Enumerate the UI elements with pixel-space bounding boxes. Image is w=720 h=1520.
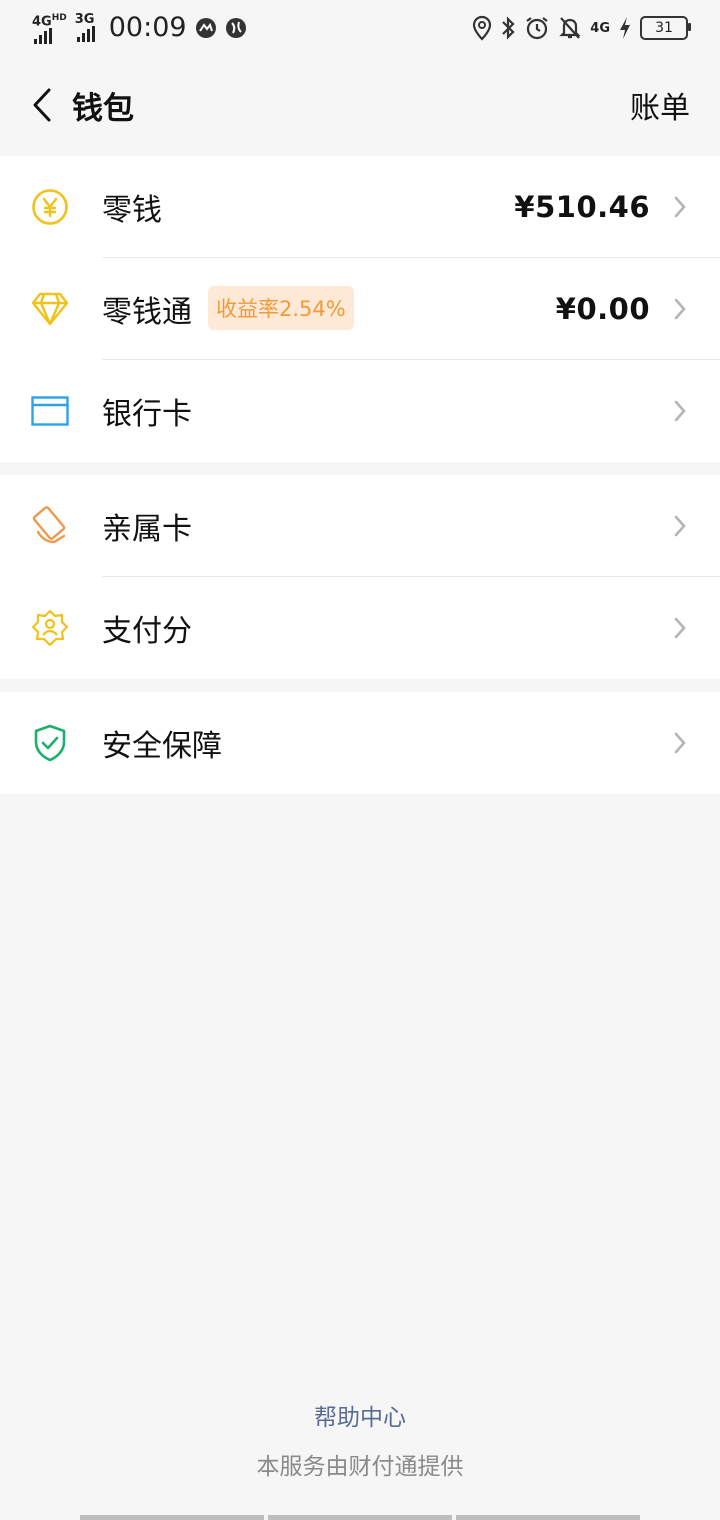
balance-row[interactable]: 零钱 ¥510.46 xyxy=(0,156,720,258)
location-icon xyxy=(473,15,492,41)
charging-icon xyxy=(620,17,630,39)
alarm-icon xyxy=(526,17,548,40)
page-title: 钱包 xyxy=(72,90,134,127)
yield-rate-badge: 收益率2.54% xyxy=(208,286,354,330)
credit-score-icon xyxy=(30,608,70,648)
status-time: 00:09 xyxy=(108,12,187,44)
diamond-icon xyxy=(30,289,70,329)
status-bar: 4GHD 3G 00:09 4G 31 xyxy=(0,0,720,56)
bank-card-label: 银行卡 xyxy=(102,397,192,432)
app-notification-icon xyxy=(195,17,216,38)
chevron-left-icon xyxy=(33,88,51,122)
provider-text: 本服务由财付通提供 xyxy=(256,1454,464,1480)
chevron-right-icon xyxy=(672,730,688,756)
chevron-right-icon xyxy=(672,398,688,424)
battery-icon: 31 xyxy=(640,16,691,40)
lingqiantong-value: ¥0.00 xyxy=(555,292,650,326)
credit-score-label: 支付分 xyxy=(102,614,192,649)
network-4g-hd: 4GHD xyxy=(32,12,67,45)
wallet-group-3: 安全保障 xyxy=(0,692,720,794)
network-label: 4G xyxy=(590,20,610,36)
security-row[interactable]: 安全保障 xyxy=(0,692,720,794)
family-card-row[interactable]: 亲属卡 xyxy=(0,475,720,577)
help-center-link[interactable]: 帮助中心 xyxy=(0,1398,720,1432)
signal-bars-icon xyxy=(34,28,67,45)
header: 钱包 账单 xyxy=(0,56,720,154)
chevron-right-icon xyxy=(672,296,688,322)
globe-icon xyxy=(225,17,246,38)
balance-value: ¥510.46 xyxy=(514,190,650,224)
signal-bars-icon xyxy=(76,26,95,43)
navigation-bar[interactable] xyxy=(80,1515,640,1520)
family-card-icon xyxy=(30,506,70,546)
bill-button[interactable]: 账单 xyxy=(630,83,690,127)
chevron-right-icon xyxy=(672,615,688,641)
bank-card-icon xyxy=(30,391,70,431)
wallet-group-2: 亲属卡 支付分 xyxy=(0,475,720,679)
chevron-right-icon xyxy=(672,513,688,539)
back-button[interactable] xyxy=(22,82,62,128)
chevron-right-icon xyxy=(672,194,688,220)
security-label: 安全保障 xyxy=(102,729,222,764)
lingqiantong-row[interactable]: 零钱通 收益率2.54% ¥0.00 xyxy=(0,258,720,360)
bank-card-row[interactable]: 银行卡 xyxy=(0,360,720,462)
network-label: 3G xyxy=(74,12,95,28)
credit-score-row[interactable]: 支付分 xyxy=(0,577,720,679)
network-sup-label: HD xyxy=(51,12,67,23)
bluetooth-icon xyxy=(502,16,515,40)
family-card-label: 亲属卡 xyxy=(102,512,192,547)
wallet-group-1: 零钱 ¥510.46 零钱通 收益率2.54% ¥0.00 银行卡 xyxy=(0,156,720,462)
status-left: 4GHD 3G 00:09 xyxy=(32,12,247,45)
network-4g-data: 4G xyxy=(590,22,610,35)
balance-label: 零钱 xyxy=(102,193,162,228)
shield-check-icon xyxy=(30,723,70,763)
mute-bell-icon xyxy=(559,17,581,39)
battery-level: 31 xyxy=(655,20,673,36)
yuan-coin-icon xyxy=(30,187,70,227)
network-3g: 3G xyxy=(74,12,95,43)
network-label: 4G xyxy=(32,14,52,30)
lingqiantong-label: 零钱通 xyxy=(102,295,192,330)
status-right: 4G 31 xyxy=(472,15,691,41)
